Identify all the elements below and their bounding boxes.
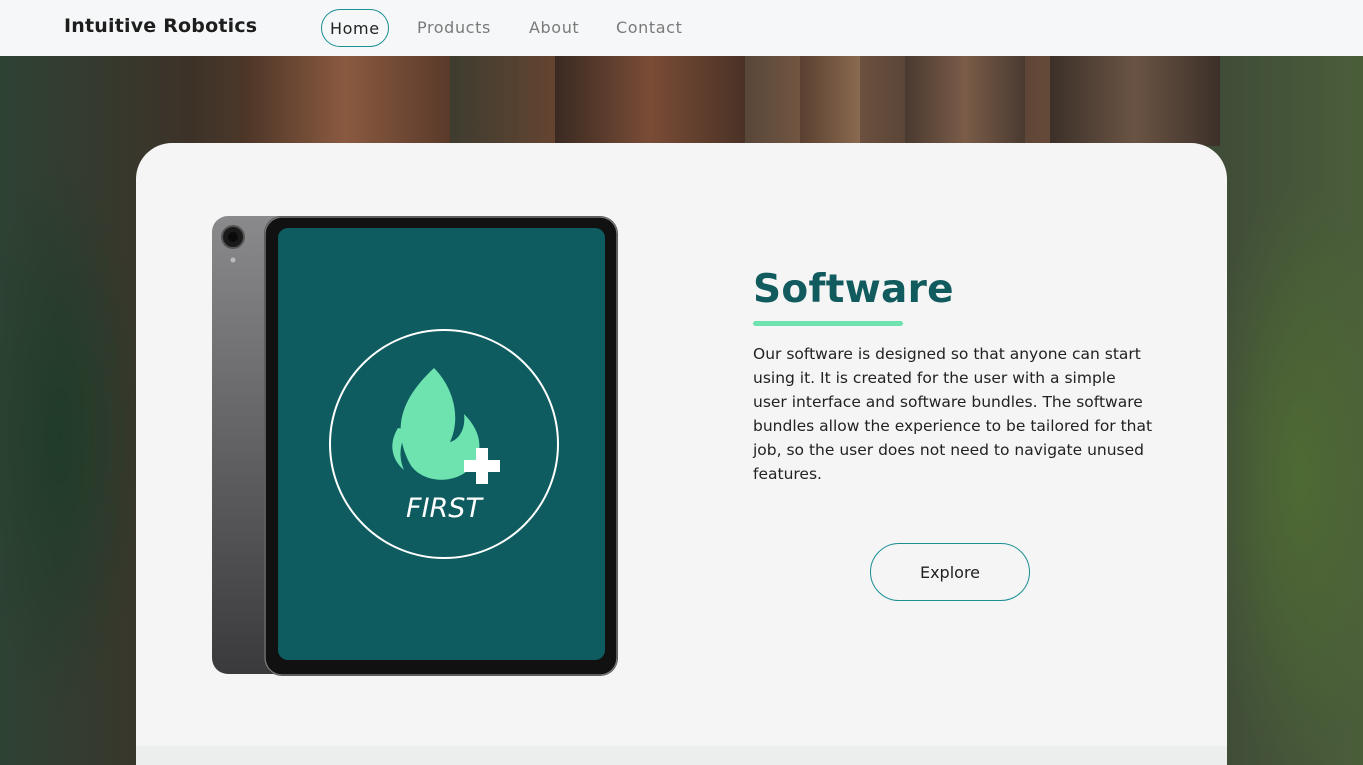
software-card: FIRST Software Our software is designed …: [136, 143, 1227, 765]
tree-trunk: [240, 56, 450, 146]
section-description: Our software is designed so that anyone …: [753, 345, 1153, 483]
tree-trunk: [1050, 56, 1220, 146]
explore-button[interactable]: Explore: [870, 543, 1030, 601]
tablet-image: FIRST: [212, 216, 618, 676]
title-underline: [753, 321, 903, 326]
brand-logo[interactable]: Intuitive Robotics: [64, 15, 257, 37]
nav-home[interactable]: Home: [321, 9, 389, 47]
site-header: Intuitive Robotics Home Products About C…: [0, 0, 1363, 56]
tree-trunk: [800, 56, 860, 146]
nav-about[interactable]: About: [529, 9, 579, 47]
nav-products[interactable]: Products: [417, 9, 491, 47]
section-title: Software: [753, 267, 954, 312]
nav-contact[interactable]: Contact: [616, 9, 682, 47]
tree-trunk: [555, 56, 745, 146]
tablet-logo-text: FIRST: [406, 493, 484, 524]
tree-trunk: [905, 56, 1025, 146]
card-footer-strip: [136, 746, 1227, 765]
